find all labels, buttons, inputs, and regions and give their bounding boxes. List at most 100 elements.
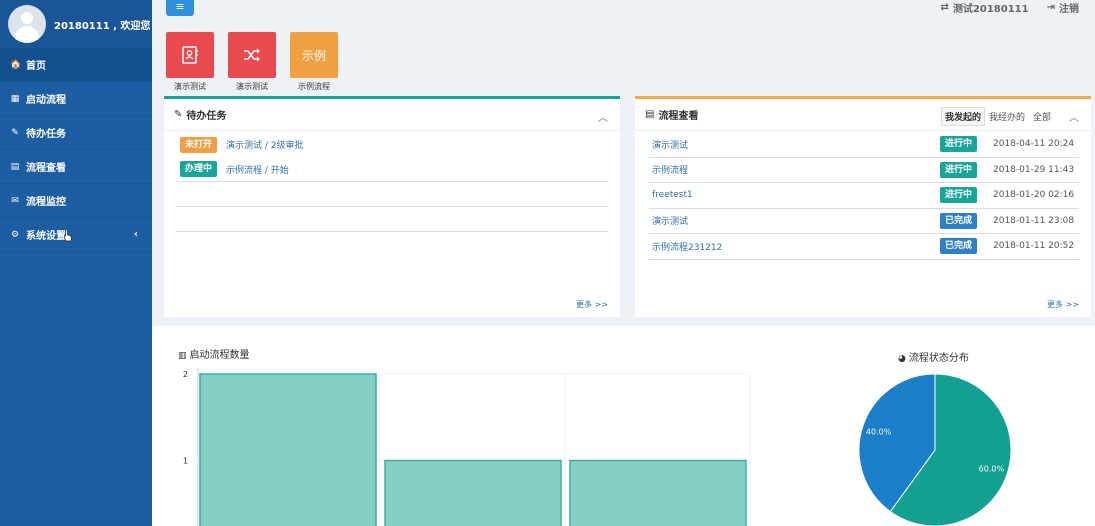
main-content: 演示测试 演示测试 示例 示例流程 ✎ 待办任务 ︿ 未打开 演示测试 / 2级审批 办理… [152,20,1095,526]
flow-time: 2018-04-11 20:24 [993,139,1075,150]
flow-more-link[interactable]: 更多 >> [1047,299,1079,310]
status-badge: 已完成 [940,212,978,229]
edit-icon: ✎ [11,127,19,138]
sidebar-menu: 🏠 首页 ▦ 启动流程 ✎ 待办任务 ▤ 流程查看 ✉ 流程监控 ⚙ 系统设置 ‹ [0,48,152,252]
flow-name-link[interactable]: freetest1 [652,190,693,200]
flow-time: 2018-01-11 20:52 [993,241,1075,252]
quick-tile-text: 示例 [301,48,326,63]
chart-area: ▥ 启动流程数量 21 ◕ 流程状态分布 60.0% 40.0% [152,326,1095,526]
quick-tile-box [228,32,276,78]
flow-list: 演示测试 进行中 2018-04-11 20:24 示例流程 进行中 2018-01-29… [635,131,1091,260]
sidebar-toggle-button[interactable]: ≡ [166,0,194,16]
sidebar-item-2[interactable]: ✎ 待办任务 [0,116,152,150]
flow-time: 2018-01-29 11:43 [993,164,1075,175]
flow-panel: ▤ 流程查看 我发起的 我经办的 全部 ︿ 演示测试 进行中 2018-04-11 20… [635,96,1091,317]
sidebar-item-label: 流程查看 [26,163,66,174]
sidebar-item-5[interactable]: ⚙ 系统设置 ‹ [0,218,152,252]
hamburger-icon: ≡ [175,0,185,13]
y-tick-label: 2 [183,370,188,379]
status-badge: 进行中 [940,136,978,153]
status-badge: 未打开 [180,136,218,153]
grid-icon: ▦ [10,93,20,104]
sidebar-item-label: 待办任务 [26,129,66,140]
flow-row[interactable]: 演示测试 进行中 2018-04-11 20:24 [649,132,1079,158]
todo-more-link[interactable]: 更多 >> [576,299,608,310]
bar-1[interactable] [384,459,562,526]
quick-tile-label: 示例流程 [298,82,330,91]
user-panel: 20180111 , 欢迎您 [0,0,152,48]
monitor-icon: ✉ [11,195,19,206]
logout-link[interactable]: ⇥ 注销 [1047,0,1079,15]
user-greeting: 20180111 , 欢迎您 [54,20,151,32]
logout-label: 注销 [1059,3,1079,15]
flow-tab-0[interactable]: 我发起的 [940,107,985,126]
flow-row[interactable]: 演示测试 已完成 2018-01-11 23:08 [649,209,1079,234]
todo-row[interactable]: 未打开 演示测试 / 2级审批 [176,132,608,157]
sidebar-item-label: 首页 [26,61,46,72]
flow-row[interactable]: freetest1 进行中 2018-01-20 02:16 [649,183,1079,209]
quick-tile-label: 演示测试 [236,82,268,91]
collapse-chevron-icon[interactable]: ︿ [1069,109,1079,124]
sidebar-item-label: 流程监控 [26,197,66,208]
sign-out-icon: ⇥ [1046,1,1055,13]
flow-row[interactable]: 示例流程 进行中 2018-01-29 11:43 [649,158,1079,183]
flow-name-link[interactable]: 示例流程 [652,163,688,176]
flow-name-link[interactable]: 演示测试 [652,214,688,227]
status-badge: 进行中 [940,161,978,178]
flow-tab-2[interactable]: 全部 [1029,107,1055,126]
todo-panel-header: ✎ 待办任务 ︿ [164,99,620,131]
sidebar: 20180111 , 欢迎您 🏠 首页 ▦ 启动流程 ✎ 待办任务 ▤ 流程查看 ✉ 流程监控 ⚙ 系… [0,0,152,526]
quick-tile-box [166,32,214,78]
status-badge: 进行中 [940,187,978,204]
quick-tile-box: 示例 [290,32,338,78]
swap-icon: ⇄ [940,1,949,13]
quick-tile-0[interactable]: 演示测试 [166,32,214,92]
pie-slice-label: 40.0% [866,428,892,437]
y-tick-label: 1 [183,457,188,466]
todo-list: 未打开 演示测试 / 2级审批 办理中 示例流程 / 开始 [164,131,620,182]
empty-row [176,182,608,207]
switch-user-label: 测试20180111 [952,3,1029,15]
home-icon: 🏠 [10,59,22,70]
chevron-left-icon: ‹ [133,229,138,240]
top-bar: ≡ ⇄ 测试20180111 ⇥ 注销 [152,0,1095,20]
flow-panel-header: ▤ 流程查看 我发起的 我经办的 全部 ︿ [635,99,1091,131]
pie-chart: 60.0% 40.0% [858,373,1012,526]
quick-tile-label: 演示测试 [174,82,206,91]
todo-row[interactable]: 办理中 示例流程 / 开始 [176,157,608,182]
switch-user-link[interactable]: ⇄ 测试20180111 [941,0,1029,15]
collapse-chevron-icon[interactable]: ︿ [598,109,608,124]
table-icon: ▤ [645,109,655,120]
sidebar-item-3[interactable]: ▤ 流程查看 [0,150,152,184]
flow-row[interactable]: 示例流程231212 已完成 2018-01-11 20:52 [649,234,1079,260]
top-right-actions: ⇄ 测试20180111 ⇥ 注销 [923,0,1079,15]
flow-name-link[interactable]: 演示测试 [652,138,688,151]
sidebar-item-label: 系统设置 [26,231,66,242]
contact-card-icon [182,46,198,64]
todo-panel-title: 待办任务 [186,111,227,122]
bar-0[interactable] [199,373,377,526]
sidebar-item-1[interactable]: ▦ 启动流程 [0,82,152,116]
avatar[interactable] [8,5,46,43]
flow-time: 2018-01-20 02:16 [993,190,1075,201]
sidebar-item-0[interactable]: 🏠 首页 [0,48,152,82]
flow-name-link[interactable]: 示例流程231212 [652,240,722,253]
bar-2[interactable] [569,459,747,526]
table-icon: ▤ [10,161,20,172]
shuffle-icon [244,48,260,62]
todo-task-link[interactable]: 示例流程 / 开始 [226,163,289,176]
flow-panel-title: 流程查看 [658,111,699,122]
status-badge: 已完成 [940,238,978,255]
quick-tile-1[interactable]: 演示测试 [228,32,276,92]
todo-panel: ✎ 待办任务 ︿ 未打开 演示测试 / 2级审批 办理中 示例流程 / 开始 更多 >… [164,96,620,317]
empty-row [176,207,608,232]
todo-task-link[interactable]: 演示测试 / 2级审批 [226,138,303,151]
flow-tab-1[interactable]: 我经办的 [985,107,1029,126]
sidebar-item-label: 启动流程 [26,95,66,106]
sidebar-item-4[interactable]: ✉ 流程监控 [0,184,152,218]
status-badge: 办理中 [180,161,218,177]
quick-tile-2[interactable]: 示例 示例流程 [290,32,338,92]
gear-icon: ⚙ [10,229,20,240]
flow-tabs: 我发起的 我经办的 全部 [940,107,1055,126]
pie-slice-label: 60.0% [979,464,1005,473]
